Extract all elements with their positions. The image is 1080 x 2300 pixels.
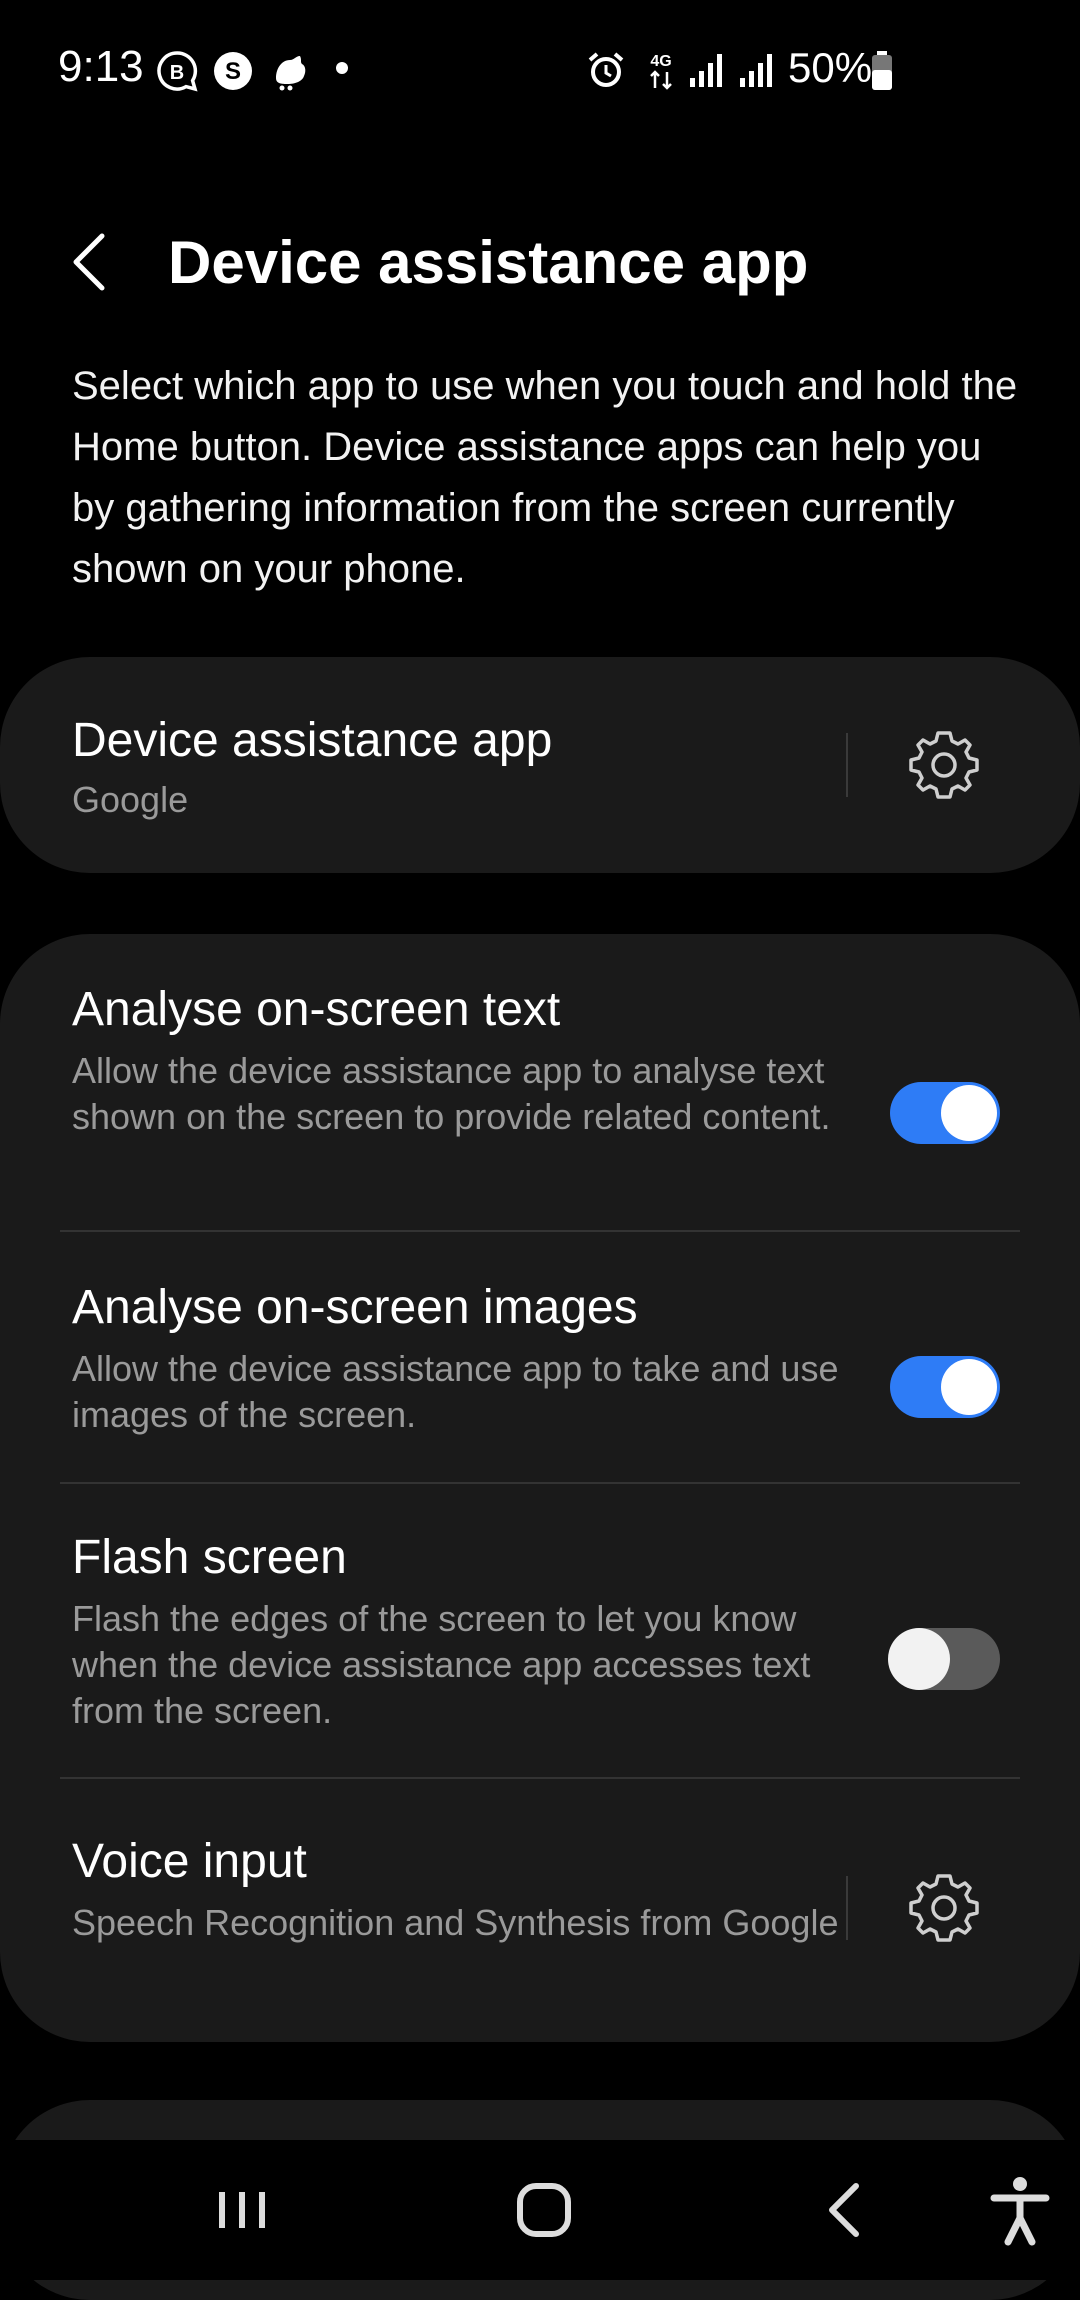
voice-input-description: Speech Recognition and Synthesis from Go… [72,1902,839,1943]
dot-icon [336,62,348,74]
toggle-knob [888,1628,950,1690]
svg-text:4G: 4G [650,53,671,70]
4g-icon: 4G [650,53,672,90]
row-divider [60,1230,1020,1232]
assist-settings-card: Analyse on-screen text Allow the device … [0,934,1080,2042]
back-nav-icon[interactable] [796,2160,896,2260]
voice-input-settings-gear-icon[interactable] [906,1870,982,1946]
analyse-text-title: Analyse on-screen text [72,983,561,1036]
analyse-images-toggle[interactable] [890,1356,1000,1418]
recent-apps-icon[interactable] [192,2160,292,2260]
status-time: 9:13 [58,42,144,91]
flash-screen-toggle[interactable] [888,1628,1000,1690]
b-chat-icon: B [157,51,198,92]
assistant-app-card[interactable]: Device assistance app Google [0,657,1080,873]
assistant-app-title: Device assistance app [72,714,553,767]
s-icon: S [214,52,252,90]
assistant-app-settings-gear-icon[interactable] [906,727,982,803]
flash-screen-description: Flash the edges of the screen to let you… [72,1598,811,1731]
svg-text:B: B [170,62,184,84]
accessibility-icon[interactable] [970,2160,1070,2260]
toggle-knob [941,1085,997,1141]
analyse-images-title: Analyse on-screen images [72,1281,638,1334]
analyse-text-description: Allow the device assistance app to analy… [72,1050,831,1137]
battery-percent: 50% [788,44,873,91]
analyse-text-toggle[interactable] [890,1082,1000,1144]
navigation-bar [0,2140,1080,2280]
page-title: Device assistance app [168,229,809,296]
vertical-divider [846,1876,848,1940]
home-icon[interactable] [494,2160,594,2260]
intro-description: Select which app to use when you touch a… [72,364,1018,591]
flash-screen-title: Flash screen [72,1531,347,1584]
back-button[interactable] [62,222,122,302]
vertical-divider [846,733,848,797]
signal-icon [690,54,722,87]
row-divider [60,1482,1020,1484]
row-divider [60,1777,1020,1779]
svg-text:S: S [225,58,241,85]
status-bar: 9:13 B S 4G 50% [0,0,1080,140]
signal-icon [740,54,772,87]
toggle-knob [941,1359,997,1415]
assistant-app-value: Google [72,779,189,820]
alarm-icon [588,52,624,87]
battery-icon [872,51,892,90]
voice-input-title: Voice input [72,1835,307,1888]
app-icon [276,56,306,91]
analyse-images-description: Allow the device assistance app to take … [72,1348,839,1435]
